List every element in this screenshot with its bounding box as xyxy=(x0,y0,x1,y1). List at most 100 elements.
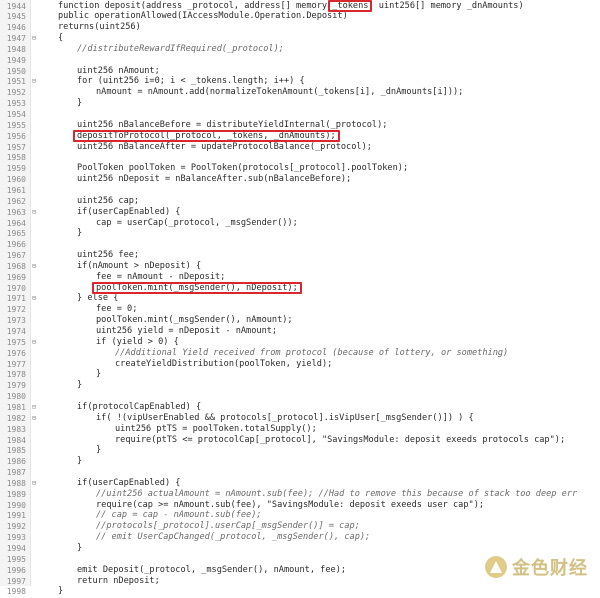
fold-toggle-icon[interactable]: ⊟ xyxy=(30,402,38,413)
code-text: } xyxy=(58,586,64,597)
line-number: 1965 xyxy=(6,229,26,239)
line-number: 1971 xyxy=(6,294,26,304)
line-number: 1987 xyxy=(6,468,26,478)
code-text: uint256 cap; xyxy=(77,195,140,206)
fold-toggle-icon[interactable]: ⊟ xyxy=(30,261,38,272)
code-line: 1959 PoolToken poolToken = PoolToken(prot… xyxy=(0,163,600,174)
code-line: 1981 ⊟ if(protocolCapEnabled) { xyxy=(0,402,600,413)
code-text: uint256 nAmount; xyxy=(77,65,160,76)
line-number: 1956 xyxy=(6,131,26,141)
code-text: uint256 fee; xyxy=(77,250,140,261)
line-number: 1997 xyxy=(6,576,26,586)
line-number: 1973 xyxy=(6,316,26,326)
code-comment: // emit UserCapChanged(_protocol, _msgSe… xyxy=(96,532,371,543)
code-line: 1947 ⊟ { xyxy=(0,33,600,44)
watermark: 金色财经 xyxy=(485,554,588,580)
line-number: 1954 xyxy=(6,110,26,119)
code-text: } xyxy=(77,456,83,467)
line-number: 1974 xyxy=(6,327,26,336)
fold-toggle-icon[interactable]: ⊟ xyxy=(30,478,38,489)
line-number: 1994 xyxy=(6,544,26,553)
fold-toggle-icon[interactable]: ⊟ xyxy=(30,76,38,87)
line-number: 1944 xyxy=(6,1,26,11)
code-line: 1983 uint256 ptTS = poolToken.totalSupply… xyxy=(0,424,600,435)
code-line: 1980 xyxy=(0,391,600,402)
line-number: 1961 xyxy=(6,185,26,195)
code-line: 1948 //distributeRewardIfRequired(_protoc… xyxy=(0,44,600,55)
code-text: } xyxy=(77,380,83,391)
code-line: 1994} xyxy=(0,543,600,554)
code-text: if(protocolCapEnabled) { xyxy=(77,401,202,412)
code-text: } xyxy=(96,369,102,380)
code-line: 1946 returns(uint256) xyxy=(0,22,600,33)
code-text: } xyxy=(96,445,102,456)
line-number: 1995 xyxy=(6,554,26,564)
code-line: 1945 public operationAllowed(IAccessModul… xyxy=(0,11,600,22)
code-text: if(userCapEnabled) { xyxy=(77,477,181,488)
code-text: uint256 ptTS = poolToken.totalSupply(); xyxy=(115,423,317,434)
code-line: 1979} xyxy=(0,380,600,391)
code-comment: //distributeRewardIfRequired(_protocol); xyxy=(77,43,284,54)
fold-toggle-icon[interactable]: ⊟ xyxy=(30,413,38,424)
line-number: 1988 xyxy=(6,478,26,488)
code-line: 1992 //protocols[_protocol].userCap[_msgS… xyxy=(0,521,600,532)
code-line: 1960 uint256 nDeposit = nBalanceAfter.sub… xyxy=(0,174,600,185)
code-line: 1990 require(cap >= nAmount.sub(fee), "Sa… xyxy=(0,500,600,511)
code-text: emit Deposit(_protocol, _msgSender(), nA… xyxy=(77,564,347,575)
code-line: 1976 //Additional Yield received from pro… xyxy=(0,348,600,359)
code-text: } xyxy=(77,98,83,109)
line-number: 1958 xyxy=(6,153,26,163)
line-number: 1948 xyxy=(6,44,26,54)
code-comment: //uint256 actualAmount = nAmount.sub(fee… xyxy=(96,488,578,499)
code-text: PoolToken poolToken = PoolToken(protocol… xyxy=(77,163,409,174)
code-line: 1969 fee = nAmount - nDeposit; xyxy=(0,272,600,283)
line-number: 1991 xyxy=(6,511,26,521)
code-line: 1949 xyxy=(0,55,600,66)
line-number: 1992 xyxy=(6,522,26,532)
fold-toggle-icon[interactable]: ⊟ xyxy=(30,293,38,304)
code-text: nAmount = nAmount.add(normalizeTokenAmou… xyxy=(96,87,464,98)
code-text: depositToProtocol(_protocol, _tokens, _d… xyxy=(77,130,336,141)
code-line: 1951 ⊟ for (uint256 i=0; i < _tokens.lengt… xyxy=(0,76,600,87)
code-line: 1991 // cap = cap - nAmount.sub(fee); xyxy=(0,510,600,521)
code-line: 1970 poolToken.mint(_msgSender(), nDeposi… xyxy=(0,283,600,294)
line-number: 1993 xyxy=(6,533,26,543)
line-number: 1955 xyxy=(6,120,26,130)
line-number: 1998 xyxy=(6,587,26,597)
line-number: 1986 xyxy=(6,457,26,467)
line-number: 1996 xyxy=(6,565,26,575)
line-number: 1970 xyxy=(6,283,26,293)
line-number: 1964 xyxy=(6,218,26,228)
fold-toggle-icon[interactable]: ⊟ xyxy=(30,33,38,44)
code-line: 1985} xyxy=(0,445,600,456)
line-number: 1959 xyxy=(6,164,26,174)
line-number: 1947 xyxy=(6,34,26,44)
code-line: 1952 nAmount = nAmount.add(normalizeToken… xyxy=(0,87,600,98)
code-line: 1986} xyxy=(0,456,600,467)
line-number: 1963 xyxy=(6,207,26,217)
line-number: 1962 xyxy=(6,196,26,206)
code-line: 1975 ⊟ if (yield > 0) { xyxy=(0,337,600,348)
code-line: 1950 uint256 nAmount; xyxy=(0,66,600,77)
code-line: 1962 uint256 cap; xyxy=(0,196,600,207)
code-line: 1977 createYieldDistribution(poolToken, y… xyxy=(0,359,600,370)
code-line: 1971 ⊟ } else { xyxy=(0,293,600,304)
code-text: createYieldDistribution(poolToken, yield… xyxy=(115,358,333,369)
code-text: uint256 yield = nDeposit - nAmount; xyxy=(96,326,278,336)
code-text: cap = userCap(_protocol, _msgSender()); xyxy=(96,217,298,228)
code-text: } xyxy=(77,543,83,553)
code-text: poolToken.mint(_msgSender(), nDeposit); xyxy=(96,282,298,293)
code-text: if(nAmount > nDeposit) { xyxy=(77,260,202,271)
line-number: 1968 xyxy=(6,261,26,271)
code-text: if (yield > 0) { xyxy=(96,336,179,347)
watermark-text: 金色财经 xyxy=(512,558,588,579)
line-number: 1990 xyxy=(6,500,26,510)
line-number: 1982 xyxy=(6,413,26,423)
code-text: } else { xyxy=(77,293,119,304)
line-number: 1967 xyxy=(6,251,26,261)
fold-toggle-icon[interactable]: ⊟ xyxy=(30,207,38,218)
fold-toggle-icon[interactable]: ⊟ xyxy=(30,337,38,348)
code-text: uint256 nBalanceBefore = distributeYield… xyxy=(77,119,388,130)
code-text: if(userCapEnabled) { xyxy=(77,206,181,217)
code-line: 1993 // emit UserCapChanged(_protocol, _m… xyxy=(0,532,600,543)
